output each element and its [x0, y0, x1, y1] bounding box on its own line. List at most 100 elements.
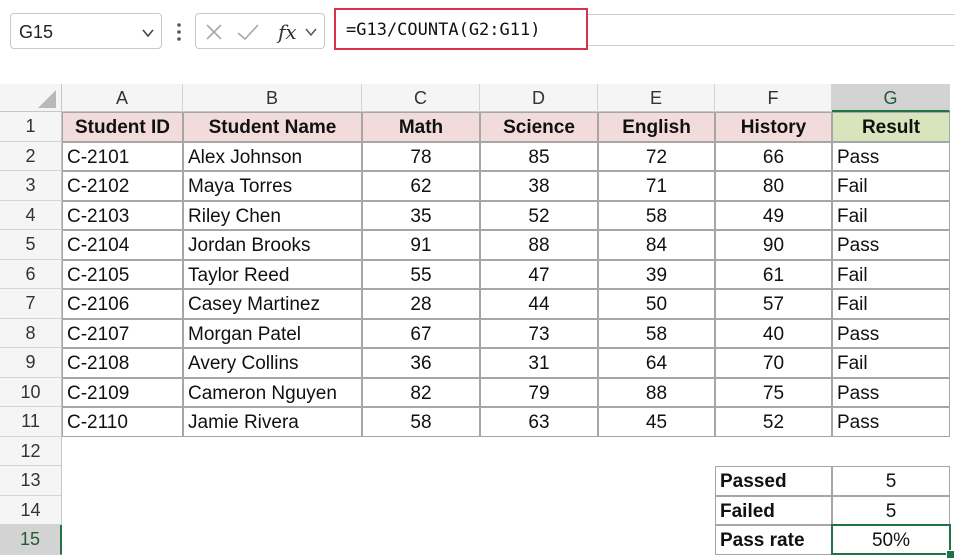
table-cell[interactable]: 52: [480, 200, 598, 230]
table-cell[interactable]: 57: [715, 289, 832, 319]
table-cell[interactable]: 62: [362, 171, 480, 201]
column-header-d[interactable]: D: [480, 84, 598, 112]
row-header-13[interactable]: 13: [0, 466, 62, 496]
formula-input-extension[interactable]: [588, 14, 955, 46]
row-header-2[interactable]: 2: [0, 141, 62, 171]
column-header-c[interactable]: C: [362, 84, 480, 112]
table-cell[interactable]: 90: [715, 230, 832, 260]
row-header-12[interactable]: 12: [0, 436, 62, 466]
more-options-icon[interactable]: [175, 22, 183, 42]
column-header-b[interactable]: B: [183, 84, 362, 112]
table-cell[interactable]: 49: [715, 200, 832, 230]
header-cell-c[interactable]: Math: [362, 112, 480, 142]
row-header-8[interactable]: 8: [0, 318, 62, 348]
table-cell[interactable]: Alex Johnson: [183, 141, 362, 171]
header-cell-a[interactable]: Student ID: [62, 112, 183, 142]
table-cell[interactable]: 55: [362, 259, 480, 289]
row-header-9[interactable]: 9: [0, 348, 62, 378]
header-cell-b[interactable]: Student Name: [183, 112, 362, 142]
table-cell[interactable]: Cameron Nguyen: [183, 377, 362, 407]
select-all-corner[interactable]: [0, 84, 62, 112]
table-cell[interactable]: 84: [598, 230, 715, 260]
table-cell[interactable]: 28: [362, 289, 480, 319]
table-cell[interactable]: 39: [598, 259, 715, 289]
table-cell[interactable]: C-2108: [62, 348, 183, 378]
table-cell[interactable]: Taylor Reed: [183, 259, 362, 289]
row-header-5[interactable]: 5: [0, 230, 62, 260]
enter-icon[interactable]: [236, 22, 260, 42]
table-cell[interactable]: 75: [715, 377, 832, 407]
table-cell[interactable]: C-2109: [62, 377, 183, 407]
table-cell[interactable]: Pass: [832, 407, 950, 437]
table-cell[interactable]: 36: [362, 348, 480, 378]
table-cell[interactable]: 31: [480, 348, 598, 378]
table-cell[interactable]: C-2101: [62, 141, 183, 171]
table-cell[interactable]: 79: [480, 377, 598, 407]
table-cell[interactable]: 82: [362, 377, 480, 407]
table-cell[interactable]: 44: [480, 289, 598, 319]
table-cell[interactable]: Morgan Patel: [183, 318, 362, 348]
table-cell[interactable]: Avery Collins: [183, 348, 362, 378]
table-cell[interactable]: 78: [362, 141, 480, 171]
table-cell[interactable]: Fail: [832, 171, 950, 201]
table-cell[interactable]: Casey Martinez: [183, 289, 362, 319]
header-cell-d[interactable]: Science: [480, 112, 598, 142]
chevron-down-icon[interactable]: [141, 26, 155, 40]
header-cell-f[interactable]: History: [715, 112, 832, 142]
column-header-f[interactable]: F: [715, 84, 832, 112]
table-cell[interactable]: 67: [362, 318, 480, 348]
table-cell[interactable]: Fail: [832, 259, 950, 289]
table-cell[interactable]: 38: [480, 171, 598, 201]
table-cell[interactable]: Fail: [832, 348, 950, 378]
table-cell[interactable]: Fail: [832, 200, 950, 230]
table-cell[interactable]: Jamie Rivera: [183, 407, 362, 437]
table-cell[interactable]: Maya Torres: [183, 171, 362, 201]
table-cell[interactable]: 72: [598, 141, 715, 171]
table-cell[interactable]: 91: [362, 230, 480, 260]
summary-value[interactable]: 50%: [832, 525, 950, 555]
column-header-g[interactable]: G: [832, 84, 950, 112]
summary-label[interactable]: Pass rate: [715, 525, 832, 555]
table-cell[interactable]: 64: [598, 348, 715, 378]
chevron-down-icon[interactable]: [304, 25, 318, 39]
table-cell[interactable]: 61: [715, 259, 832, 289]
table-cell[interactable]: 66: [715, 141, 832, 171]
table-cell[interactable]: 71: [598, 171, 715, 201]
table-cell[interactable]: C-2104: [62, 230, 183, 260]
row-header-11[interactable]: 11: [0, 407, 62, 437]
cancel-icon[interactable]: [204, 22, 224, 42]
table-cell[interactable]: 63: [480, 407, 598, 437]
table-cell[interactable]: 50: [598, 289, 715, 319]
table-cell[interactable]: Jordan Brooks: [183, 230, 362, 260]
table-cell[interactable]: C-2107: [62, 318, 183, 348]
table-cell[interactable]: C-2105: [62, 259, 183, 289]
row-header-6[interactable]: 6: [0, 259, 62, 289]
table-cell[interactable]: Riley Chen: [183, 200, 362, 230]
header-cell-g[interactable]: Result: [832, 112, 950, 142]
table-cell[interactable]: 58: [362, 407, 480, 437]
table-cell[interactable]: C-2110: [62, 407, 183, 437]
table-cell[interactable]: 58: [598, 318, 715, 348]
column-header-e[interactable]: E: [598, 84, 715, 112]
row-header-14[interactable]: 14: [0, 495, 62, 525]
row-header-15[interactable]: 15: [0, 525, 62, 555]
table-cell[interactable]: C-2102: [62, 171, 183, 201]
table-cell[interactable]: C-2106: [62, 289, 183, 319]
header-cell-e[interactable]: English: [598, 112, 715, 142]
summary-label[interactable]: Failed: [715, 495, 832, 525]
name-box[interactable]: G15: [10, 13, 162, 49]
insert-function-icon[interactable]: fx: [276, 19, 302, 45]
table-cell[interactable]: Pass: [832, 230, 950, 260]
table-cell[interactable]: Fail: [832, 289, 950, 319]
summary-value[interactable]: 5: [832, 466, 950, 496]
table-cell[interactable]: 73: [480, 318, 598, 348]
table-cell[interactable]: 47: [480, 259, 598, 289]
table-cell[interactable]: 40: [715, 318, 832, 348]
table-cell[interactable]: 45: [598, 407, 715, 437]
table-cell[interactable]: 80: [715, 171, 832, 201]
row-header-3[interactable]: 3: [0, 171, 62, 201]
fill-handle[interactable]: [946, 549, 955, 559]
table-cell[interactable]: 35: [362, 200, 480, 230]
formula-input[interactable]: =G13/COUNTA(G2:G11): [334, 8, 588, 50]
table-cell[interactable]: Pass: [832, 377, 950, 407]
